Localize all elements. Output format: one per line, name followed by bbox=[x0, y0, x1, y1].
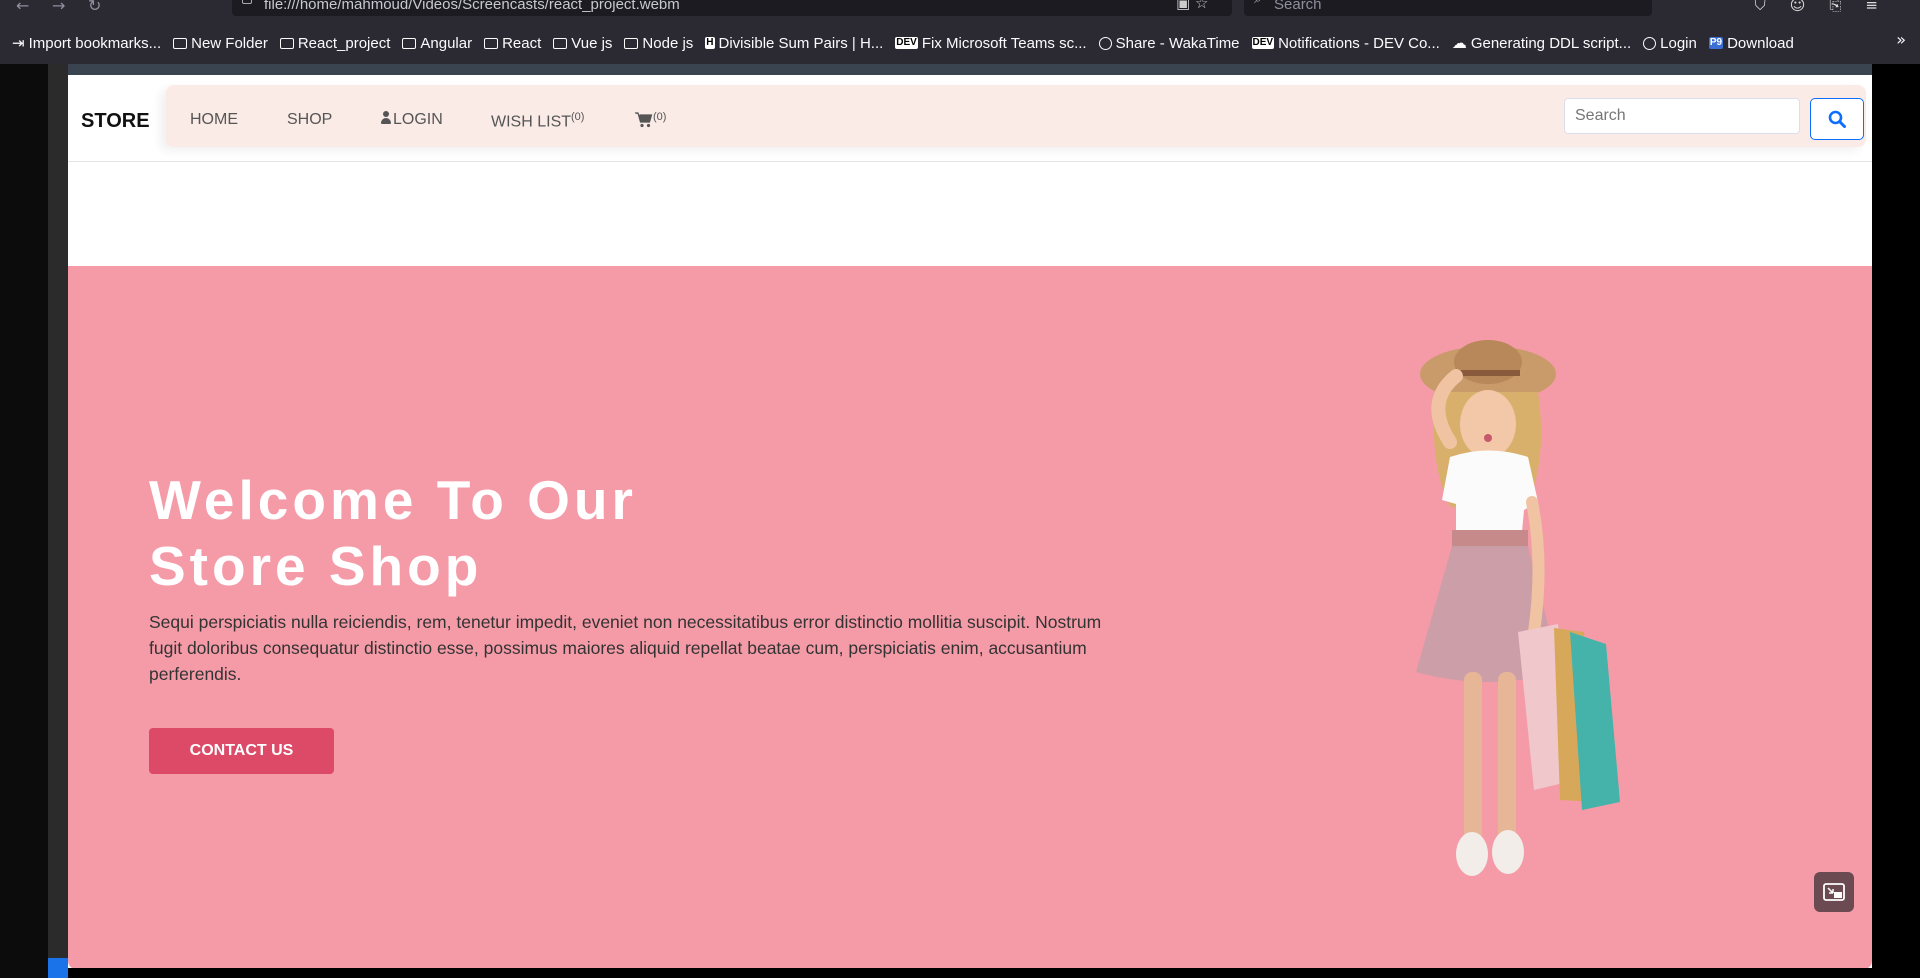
bookmark-link[interactable]: P9 Download bbox=[1708, 35, 1794, 52]
store-search-button[interactable] bbox=[1810, 98, 1864, 140]
generic-icon: ☁ bbox=[1451, 35, 1467, 52]
nav-home-link[interactable]: HOME bbox=[190, 111, 238, 129]
hero-title-line2: Store Shop bbox=[149, 535, 483, 597]
brand-logo[interactable]: STORE bbox=[81, 110, 150, 133]
nav-shop-link[interactable]: SHOP bbox=[287, 111, 332, 129]
bookmark-link[interactable]: ☁ Generating DDL script... bbox=[1451, 34, 1631, 53]
nav-login-link[interactable]: LOGIN bbox=[381, 111, 443, 129]
bookmarks-toolbar: ⇥ Import bookmarks... New Folder React_pr… bbox=[0, 30, 1920, 56]
bookmark-link[interactable]: DEV Fix Microsoft Teams sc... bbox=[895, 35, 1087, 52]
bookmark-link[interactable]: H Divisible Sum Pairs | H... bbox=[705, 35, 883, 52]
bookmark-folder[interactable]: New Folder bbox=[173, 35, 268, 52]
cart-icon bbox=[635, 112, 653, 128]
globe-icon bbox=[1643, 36, 1657, 50]
page-info-icon[interactable] bbox=[242, 0, 252, 4]
page-top-strip bbox=[68, 64, 1872, 75]
bookmark-folder[interactable]: Node js bbox=[624, 35, 693, 52]
picture-in-picture-button[interactable] bbox=[1814, 872, 1854, 912]
back-arrow-icon[interactable]: ← bbox=[16, 0, 29, 15]
folder-icon bbox=[553, 37, 568, 49]
nav-wishlist-label: WISH LIST bbox=[491, 113, 572, 131]
bookmark-link[interactable]: DEV Notifications - DEV Co... bbox=[1251, 35, 1440, 52]
url-text: file:///home/mahmoud/Videos/Screencasts/… bbox=[264, 0, 680, 13]
hero-title-line1: Welcome To Our bbox=[149, 469, 637, 531]
url-bar[interactable]: file:///home/mahmoud/Videos/Screencasts/… bbox=[232, 0, 1232, 16]
folder-icon bbox=[624, 37, 639, 49]
import-icon: ⇥ bbox=[12, 35, 25, 52]
picture-in-picture-icon bbox=[1823, 883, 1845, 901]
folder-icon bbox=[402, 37, 417, 49]
hero-girl-image bbox=[1416, 340, 1620, 876]
hero-title: Welcome To Our Store Shop bbox=[149, 467, 849, 599]
contact-us-button[interactable]: CONTACT US bbox=[149, 728, 334, 774]
hero-description: Sequi perspiciatis nulla reiciendis, rem… bbox=[149, 612, 1102, 684]
hero-banner: Welcome To Our Store Shop Sequi perspici… bbox=[68, 266, 1872, 968]
bookmark-folder[interactable]: React bbox=[484, 35, 541, 52]
dev-icon: DEV bbox=[1251, 37, 1275, 49]
dev-icon: DEV bbox=[895, 37, 918, 49]
navbar: STORE HOME SHOP LOGIN WISH LIST(0) (0) bbox=[68, 75, 1872, 162]
bookmark-star-icon[interactable]: ▣ ☆ bbox=[1176, 0, 1208, 12]
user-icon bbox=[381, 111, 391, 125]
store-search-input[interactable] bbox=[1564, 98, 1800, 134]
wishlist-count: (0) bbox=[571, 111, 585, 123]
left-background bbox=[0, 64, 68, 978]
taskbar-fragment bbox=[48, 958, 68, 978]
hackerrank-icon: H bbox=[705, 37, 715, 49]
folder-icon bbox=[279, 37, 294, 49]
bookmark-link[interactable]: Share - WakaTime bbox=[1098, 35, 1240, 52]
nav-login-label: LOGIN bbox=[393, 111, 443, 128]
bookmark-folder[interactable]: Angular bbox=[402, 35, 472, 52]
chevron-more-icon[interactable]: » bbox=[1896, 30, 1906, 49]
nav-wishlist-link[interactable]: WISH LIST(0) bbox=[491, 111, 584, 131]
bookmark-folder[interactable]: Vue js bbox=[553, 35, 612, 52]
cart-count: (0) bbox=[653, 111, 667, 123]
folder-icon bbox=[173, 37, 188, 49]
url-row: ← → ↻ file:///home/mahmoud/Videos/Screen… bbox=[0, 0, 1920, 16]
folder-icon bbox=[484, 37, 499, 49]
wakatime-icon bbox=[1098, 36, 1112, 50]
search-icon bbox=[1828, 110, 1846, 128]
forward-arrow-icon[interactable]: → bbox=[52, 0, 65, 15]
bookmark-folder[interactable]: React_project bbox=[279, 35, 390, 52]
bookmark-link[interactable]: Login bbox=[1643, 35, 1697, 52]
browser-search-bar[interactable]: ⌕ Search bbox=[1244, 0, 1652, 16]
p9-icon: P9 bbox=[1708, 37, 1724, 49]
nav-cart-link[interactable]: (0) bbox=[635, 111, 666, 131]
browser-search-placeholder: Search bbox=[1274, 0, 1322, 13]
bookmark-import[interactable]: ⇥ Import bookmarks... bbox=[12, 34, 161, 53]
search-icon: ⌕ bbox=[1254, 0, 1262, 7]
browser-toolbar: ← → ↻ file:///home/mahmoud/Videos/Screen… bbox=[0, 0, 1920, 64]
reload-icon[interactable]: ↻ bbox=[88, 0, 101, 15]
store-page: STORE HOME SHOP LOGIN WISH LIST(0) (0) W… bbox=[68, 64, 1872, 968]
toolbar-icons[interactable]: ⛉☺⎘≡ bbox=[1755, 0, 1902, 14]
